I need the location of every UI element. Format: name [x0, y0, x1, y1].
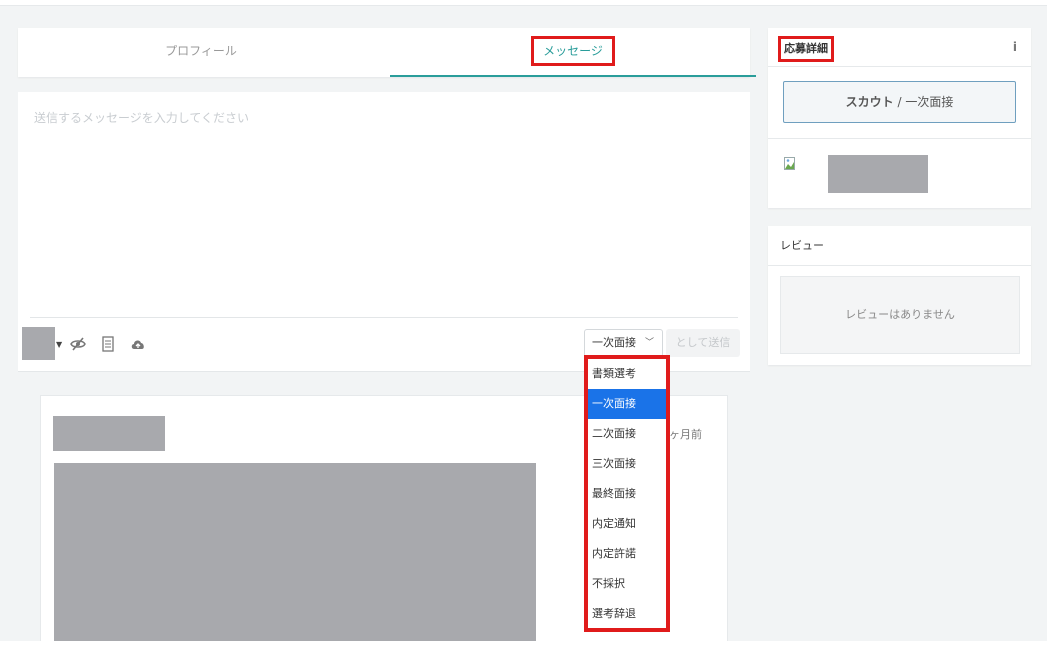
stage-option[interactable]: 不採択	[588, 569, 666, 599]
tab-message[interactable]: メッセージ	[390, 28, 756, 77]
chevron-down-icon: ﹀	[644, 338, 654, 348]
stage-name: 一次面接	[905, 95, 954, 109]
info-icon[interactable]: i	[1013, 40, 1017, 54]
sender-name-redacted	[53, 416, 165, 451]
applicant-info-redacted	[828, 155, 928, 193]
stage-option-list: 書類選考 一次面接 二次面接 三次面接 最終面接 内定通知 内定許諾 不採択 選考辞退	[588, 359, 666, 629]
stage-option[interactable]: 三次面接	[588, 449, 666, 479]
tab-message-label: メッセージ	[531, 36, 615, 66]
stage-select-value: 一次面接	[592, 336, 636, 349]
review-empty-message: レビューはありません	[780, 276, 1020, 354]
sender-avatar[interactable]	[22, 327, 55, 360]
cloud-upload-icon[interactable]	[130, 336, 146, 352]
document-icon[interactable]	[100, 336, 116, 352]
message-input[interactable]	[34, 109, 724, 289]
message-timestamp: ヶ月前	[669, 428, 702, 441]
stage-select[interactable]: 一次面接 ﹀	[584, 329, 663, 357]
stage-option[interactable]: 一次面接	[588, 389, 666, 419]
stage-option[interactable]: 二次面接	[588, 419, 666, 449]
message-compose-panel: ▼ 一次面接 ﹀ として送信	[18, 92, 750, 371]
tab-bar: プロフィール メッセージ	[18, 28, 756, 77]
stage-option[interactable]: 内定通知	[588, 509, 666, 539]
review-title: レビュー	[768, 226, 1031, 266]
compose-divider	[30, 317, 738, 318]
tab-profile[interactable]: プロフィール	[18, 28, 384, 77]
eye-slash-icon[interactable]	[70, 336, 86, 352]
bottom-bar	[0, 641, 1047, 648]
stage-option[interactable]: 書類選考	[588, 359, 666, 389]
stage-separator: /	[893, 95, 906, 109]
side-divider	[768, 138, 1031, 139]
stage-status-button[interactable]: スカウト / 一次面接	[783, 81, 1016, 123]
avatar-caret-icon[interactable]: ▼	[56, 340, 62, 349]
stage-option[interactable]: 内定許諾	[588, 539, 666, 569]
top-bar	[0, 0, 1047, 6]
send-button[interactable]: として送信	[666, 329, 740, 357]
application-details-panel: 応募詳細 i スカウト / 一次面接	[768, 28, 1031, 208]
stage-dropdown: 書類選考 一次面接 二次面接 三次面接 最終面接 内定通知 内定許諾 不採択 選考辞退	[584, 355, 670, 632]
broken-image-icon	[784, 156, 798, 170]
application-details-title: 応募詳細	[778, 36, 834, 62]
message-body-redacted	[54, 463, 536, 648]
application-details-header: 応募詳細 i	[768, 28, 1031, 67]
stage-option[interactable]: 最終面接	[588, 479, 666, 509]
stage-option[interactable]: 選考辞退	[588, 599, 666, 629]
stage-type: スカウト	[845, 95, 894, 109]
review-panel: レビュー レビューはありません	[768, 226, 1031, 365]
